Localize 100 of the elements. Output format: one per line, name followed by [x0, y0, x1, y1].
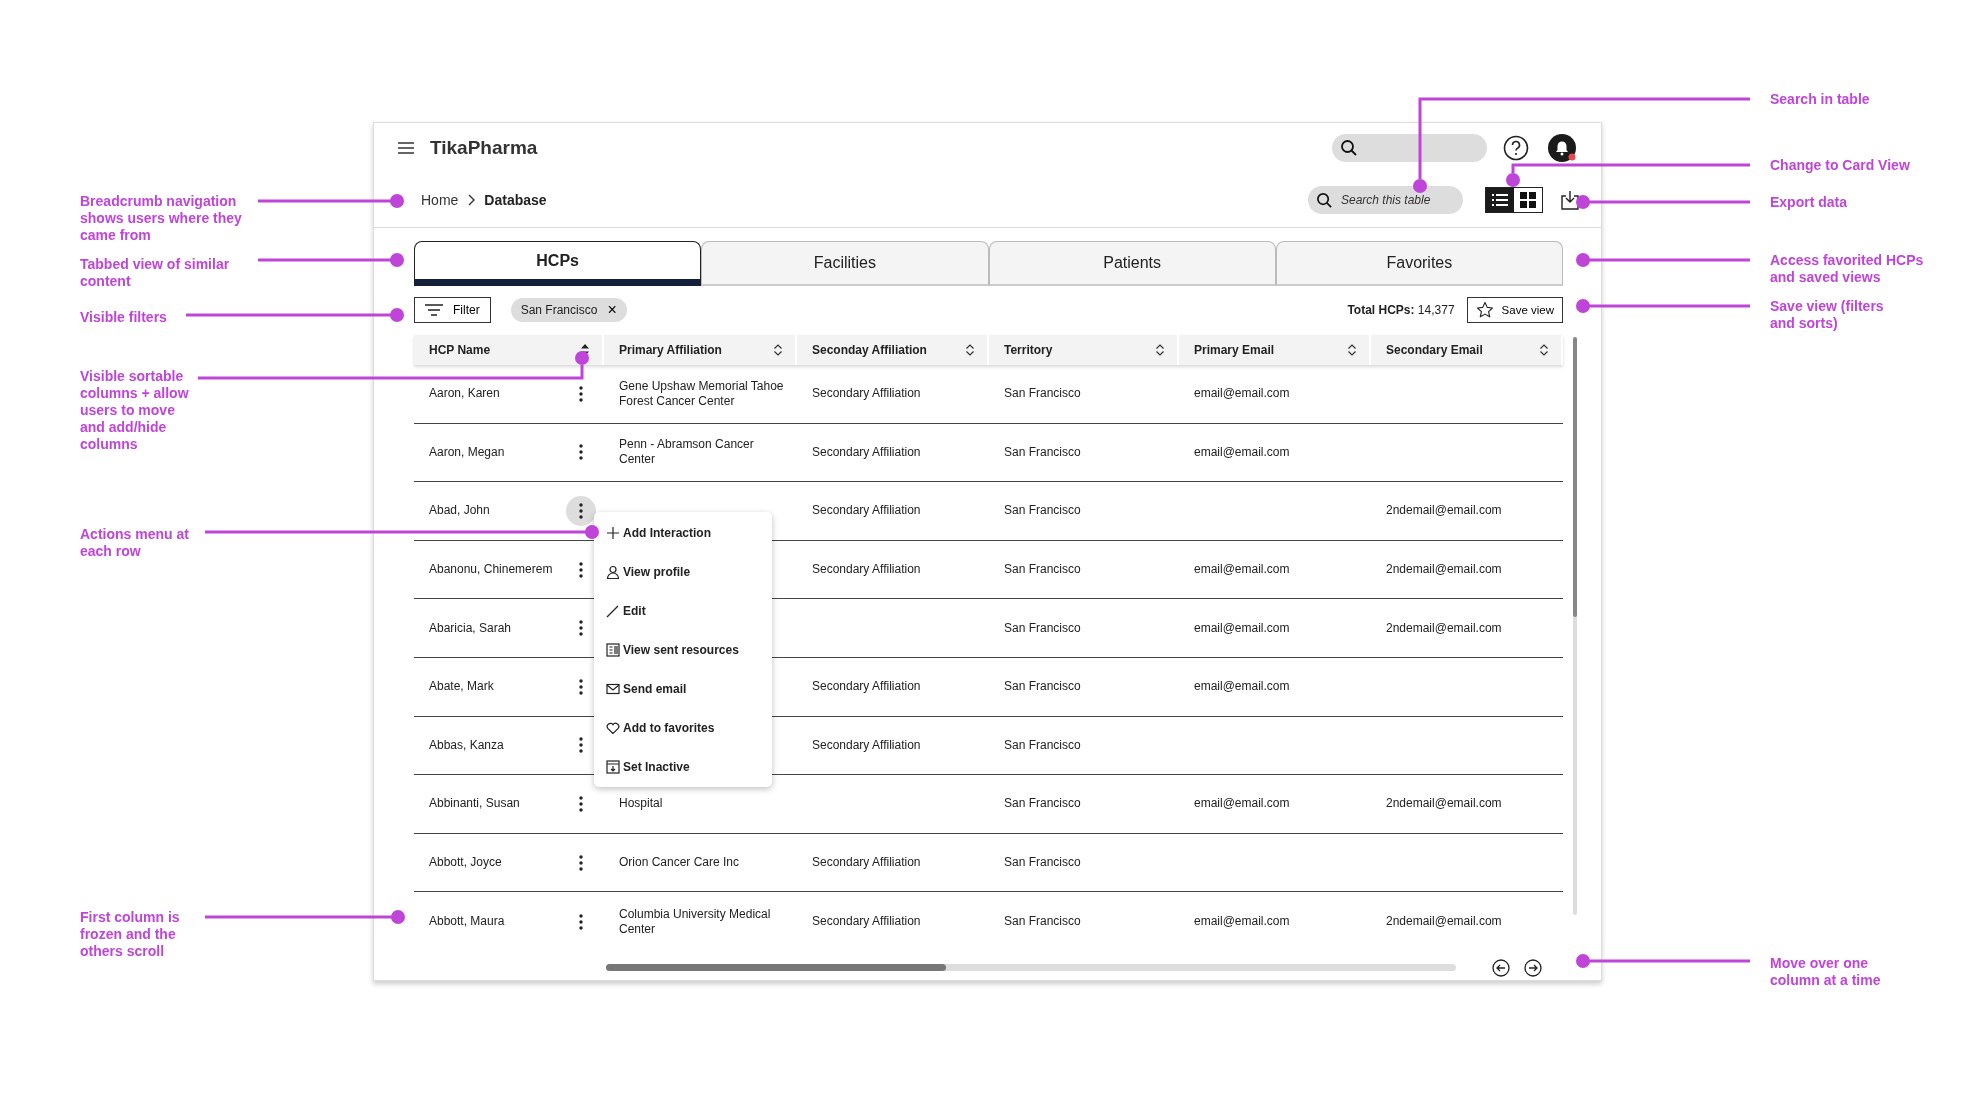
annotation-note: First column is frozen and the others scroll — [80, 909, 181, 960]
arrow-right-icon[interactable] — [1524, 958, 1542, 977]
table-cell: Abad, John — [429, 503, 490, 519]
breadcrumb-item: Database — [484, 192, 547, 208]
help-icon[interactable] — [1503, 135, 1529, 161]
menu-item[interactable]: Add Interaction — [594, 513, 772, 552]
menu-item[interactable]: Edit — [594, 591, 772, 630]
search-icon — [1316, 192, 1333, 209]
column-label: Territory — [1004, 343, 1053, 357]
breadcrumb-item[interactable]: Home — [421, 192, 459, 208]
sort-icon[interactable] — [773, 343, 783, 357]
table-cell: San Francisco — [1004, 679, 1081, 695]
app-title: TikaPharma — [430, 137, 538, 159]
more-vertical-icon — [579, 503, 583, 519]
grid-icon — [1520, 192, 1536, 208]
sort-icon[interactable] — [1347, 343, 1357, 357]
table-cell: email@email.com — [1194, 444, 1290, 460]
table-cell: San Francisco — [1004, 620, 1081, 636]
table-cell: 2ndemail@email.com — [1386, 620, 1502, 636]
table-cell: 2ndemail@email.com — [1386, 914, 1502, 930]
filter-icon — [425, 304, 443, 316]
sort-icon[interactable] — [965, 343, 975, 357]
table-cell: Gene Upshaw Memorial Tahoe Forest Cancer Center — [619, 378, 785, 409]
more-vertical-icon — [579, 737, 583, 754]
table-cell-text: Penn - Abramson Cancer Center — [619, 437, 755, 468]
sort-icon[interactable] — [1539, 343, 1549, 357]
column-header[interactable]: Seconday Affiliation — [797, 335, 989, 365]
column-label: Seconday Affiliation — [812, 343, 927, 357]
heart-icon — [606, 720, 620, 735]
tab[interactable]: HCPs — [414, 241, 702, 286]
vertical-scrollbar[interactable] — [1573, 337, 1577, 915]
search-icon — [1340, 139, 1358, 157]
table-cell: San Francisco — [1004, 855, 1081, 871]
annotation-note: Change to Card View — [1770, 157, 1911, 174]
table-cell: email@email.com — [1194, 679, 1290, 695]
column-label: HCP Name — [429, 343, 491, 357]
table-cell: San Francisco — [1004, 444, 1081, 460]
more-vertical-icon — [579, 385, 583, 402]
table-cell: Secondary Affiliation — [812, 679, 921, 695]
annotation-note: Actions menu at each row — [80, 526, 190, 560]
table-cell: Abbott, Joyce — [429, 855, 502, 871]
plus-icon — [606, 525, 620, 540]
table-cell: 2ndemail@email.com — [1386, 503, 1502, 519]
horizontal-scrollbar[interactable] — [606, 964, 1456, 972]
arrow-left-icon[interactable] — [1492, 958, 1510, 977]
annotation-note: Move over one column at a time — [1770, 955, 1882, 989]
filter-chip-label: San Francisco — [520, 303, 598, 317]
tab[interactable]: Patients — [988, 241, 1276, 286]
table-cell: San Francisco — [1004, 914, 1081, 930]
more-vertical-icon — [579, 444, 583, 461]
table-cell: Secondary Affiliation — [812, 914, 921, 930]
table-cell: Abbas, Kanza — [429, 737, 504, 753]
column-header[interactable]: Territory — [989, 335, 1179, 365]
column-label: Secondary Email — [1386, 343, 1483, 357]
sort-icon[interactable] — [1155, 343, 1165, 357]
global-search-field[interactable] — [1332, 134, 1487, 162]
menu-item[interactable]: Set Inactive — [594, 747, 772, 786]
menu-item[interactable]: View sent resources — [594, 630, 772, 669]
table-cell: email@email.com — [1194, 620, 1290, 636]
table-cell: 2ndemail@email.com — [1386, 562, 1502, 578]
more-vertical-icon — [579, 678, 583, 695]
table-cell: Secondary Affiliation — [812, 562, 921, 578]
row-actions-button[interactable] — [566, 496, 596, 526]
table-cell: 2ndemail@email.com — [1386, 796, 1502, 812]
table-cell: Abate, Mark — [429, 679, 494, 695]
save-view-button[interactable]: Save view — [1466, 297, 1563, 323]
table-cell: email@email.com — [1194, 914, 1290, 930]
notification-bell-icon[interactable] — [1547, 133, 1577, 163]
table-cell: email@email.com — [1194, 796, 1290, 812]
menu-icon[interactable] — [398, 142, 414, 154]
annotation-note: Export data — [1770, 194, 1848, 211]
remove-filter-button[interactable]: × — [607, 302, 617, 318]
chevron-right-icon — [467, 194, 476, 206]
tab[interactable]: Facilities — [701, 241, 989, 286]
annotation-note: Tabbed view of similar content — [80, 256, 231, 290]
column-label: Primary Email — [1194, 343, 1275, 357]
table-cell: Secondary Affiliation — [812, 855, 921, 871]
menu-item[interactable]: View profile — [594, 552, 772, 591]
annotation-note: Access favorited HCPs and saved views — [1770, 252, 1925, 286]
person-icon — [606, 564, 620, 579]
star-icon — [1475, 301, 1494, 319]
filter-button[interactable]: Filter — [414, 297, 491, 323]
menu-item[interactable]: Add to favorites — [594, 708, 772, 747]
table-cell: Secondary Affiliation — [812, 503, 921, 519]
column-header[interactable]: Primary Email — [1179, 335, 1371, 365]
table-cell: Orion Cancer Care Inc — [619, 855, 740, 871]
column-header[interactable]: Secondary Email — [1371, 335, 1563, 365]
table-cell: San Francisco — [1004, 503, 1081, 519]
column-header[interactable]: Primary Affiliation — [604, 335, 797, 365]
tab[interactable]: Favorites — [1275, 241, 1563, 286]
table-cell: Aaron, Karen — [429, 386, 500, 402]
pencil-icon — [606, 603, 620, 618]
total-count: Total HCPs: 14,377 — [1347, 303, 1455, 317]
table-search-field[interactable]: Search this table — [1308, 186, 1463, 214]
menu-item[interactable]: Send email — [594, 669, 772, 708]
list-view-button[interactable] — [1486, 188, 1514, 212]
document-icon — [606, 642, 620, 657]
more-vertical-icon — [579, 561, 583, 578]
table-cell: Abanonu, Chinemerem — [429, 562, 553, 578]
export-icon[interactable] — [1561, 190, 1579, 210]
